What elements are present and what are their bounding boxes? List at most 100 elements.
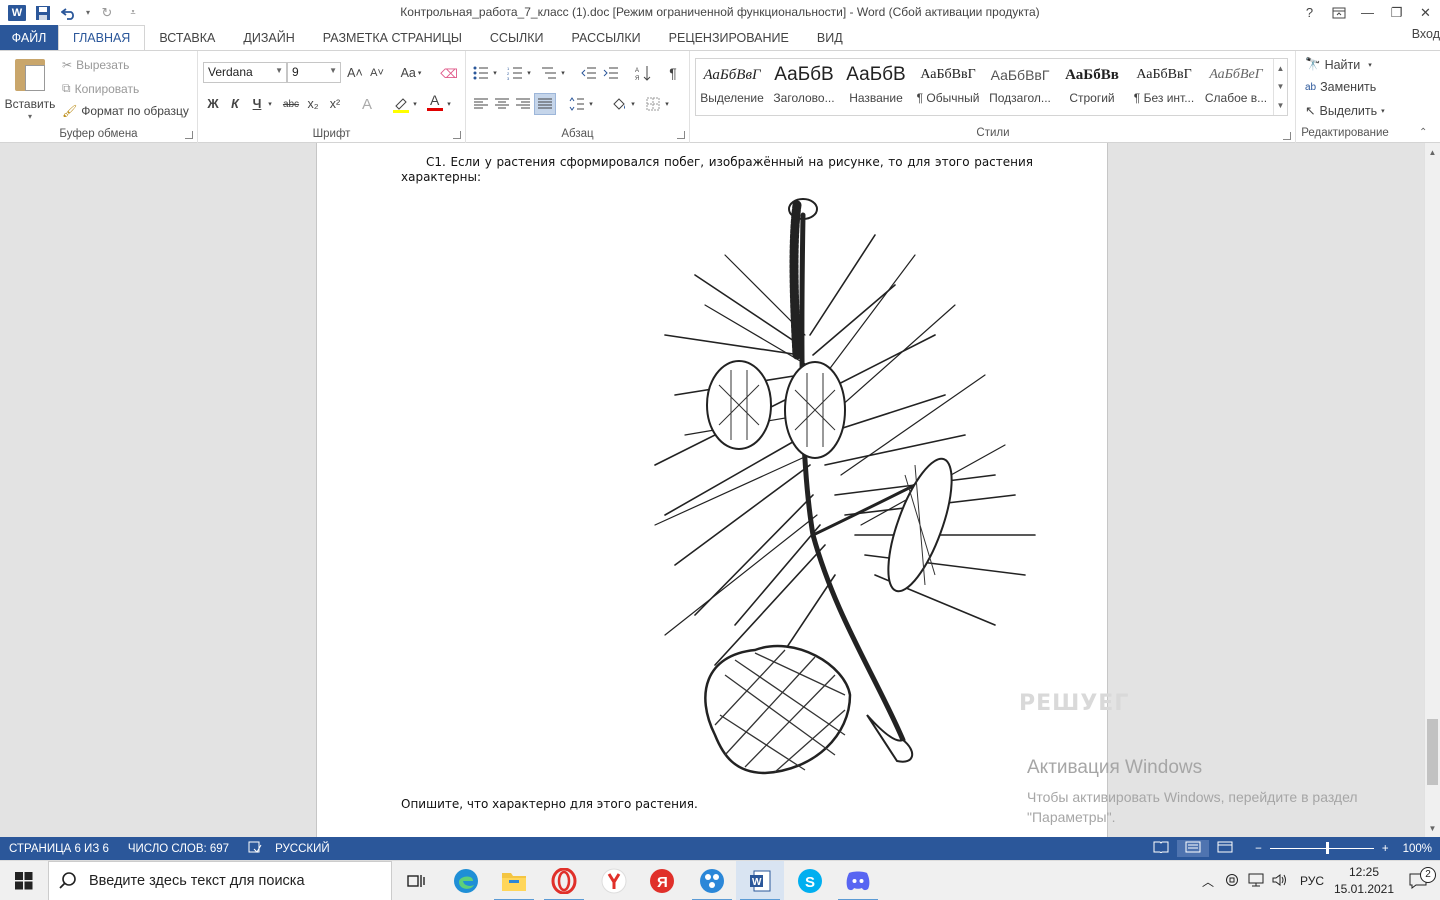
- opera-browser-icon[interactable]: [540, 861, 588, 900]
- change-case-button[interactable]: Aa ▾: [396, 62, 426, 84]
- scrollbar-thumb[interactable]: [1427, 719, 1438, 785]
- strikethrough-button[interactable]: abc: [280, 93, 302, 115]
- language-indicator[interactable]: РУССКИЙ: [275, 843, 330, 855]
- shrink-font-button[interactable]: A˅: [366, 62, 388, 84]
- task-view-icon[interactable]: [392, 861, 440, 900]
- volume-icon[interactable]: [1268, 873, 1292, 890]
- close-button[interactable]: ✕: [1411, 0, 1440, 25]
- notifications-icon[interactable]: 2: [1396, 867, 1440, 889]
- tab-review[interactable]: РЕЦЕНЗИРОВАНИЕ: [655, 25, 803, 50]
- word-app-icon[interactable]: W: [6, 3, 28, 23]
- scroll-up-icon[interactable]: ▲: [1425, 145, 1440, 159]
- justify-icon[interactable]: [534, 93, 556, 115]
- undo-dropdown-icon[interactable]: ▾: [84, 3, 92, 23]
- borders-dropdown-icon[interactable]: ▾: [662, 93, 672, 115]
- bold-button[interactable]: Ж: [202, 93, 224, 115]
- copy-button[interactable]: ⧉ Копировать: [62, 81, 139, 96]
- tab-file[interactable]: ФАЙЛ: [0, 25, 58, 50]
- align-right-icon[interactable]: [512, 93, 534, 115]
- multilevel-list-icon[interactable]: [538, 62, 560, 84]
- numbering-dropdown-icon[interactable]: ▾: [524, 62, 534, 84]
- tab-insert[interactable]: ВСТАВКА: [145, 25, 229, 50]
- tab-references[interactable]: ССЫЛКИ: [476, 25, 558, 50]
- style-no-spacing[interactable]: АаБбВвГ ¶ Без инт...: [1128, 59, 1200, 115]
- scroll-down-icon[interactable]: ▼: [1425, 821, 1440, 835]
- redo-icon[interactable]: ↻: [96, 3, 118, 23]
- ribbon-display-options-icon[interactable]: [1324, 0, 1353, 25]
- minimize-button[interactable]: —: [1353, 0, 1382, 25]
- underline-dropdown-icon[interactable]: ▾: [264, 93, 276, 115]
- taskbar-search-input[interactable]: Введите здесь текст для поиска: [48, 861, 392, 900]
- skype-icon[interactable]: S: [786, 861, 834, 900]
- style-strong[interactable]: АаБбВв Строгий: [1056, 59, 1128, 115]
- replace-button[interactable]: ab Заменить: [1305, 80, 1376, 94]
- chevron-up-icon[interactable]: ︿: [1196, 873, 1220, 890]
- sort-icon[interactable]: AЯ: [632, 62, 654, 84]
- font-launcher-icon[interactable]: [453, 131, 461, 139]
- font-color-icon[interactable]: A: [424, 91, 446, 113]
- font-size-combo[interactable]: 9 ▼: [287, 62, 341, 83]
- line-spacing-dropdown-icon[interactable]: ▾: [586, 93, 596, 115]
- find-button[interactable]: 🔭 Найти ▾: [1305, 57, 1372, 72]
- tab-home[interactable]: ГЛАВНАЯ: [58, 25, 146, 51]
- chevron-up-icon[interactable]: ▲: [1277, 64, 1285, 73]
- proofing-icon[interactable]: [248, 841, 262, 856]
- network-icon[interactable]: [1244, 873, 1268, 890]
- style-subtitle[interactable]: АаБбВвГ Подзагол...: [984, 59, 1056, 115]
- style-heading[interactable]: АаБбВ Заголово...: [768, 59, 840, 115]
- web-layout-icon[interactable]: [1217, 841, 1233, 856]
- show-formatting-icon[interactable]: ¶: [662, 62, 684, 84]
- tab-view[interactable]: ВИД: [803, 25, 857, 50]
- cut-button[interactable]: ✂ Вырезать: [62, 58, 129, 72]
- styles-launcher-icon[interactable]: [1283, 132, 1291, 140]
- document-page[interactable]: С1. Если у растения сформировался побег,…: [316, 143, 1128, 837]
- styles-gallery-scroll[interactable]: ▲ ▼ ▼: [1273, 59, 1287, 115]
- text-effects-icon[interactable]: A: [356, 93, 378, 115]
- help-button[interactable]: ?: [1295, 0, 1324, 25]
- yandex-browser-icon[interactable]: [590, 861, 638, 900]
- sign-in-link[interactable]: Вход: [1412, 27, 1440, 41]
- zoom-in-icon[interactable]: +: [1382, 843, 1389, 855]
- bullets-dropdown-icon[interactable]: ▾: [490, 62, 500, 84]
- paste-button[interactable]: Вставить ▾: [4, 57, 56, 121]
- line-spacing-icon[interactable]: [566, 93, 588, 115]
- bullets-icon[interactable]: [470, 62, 492, 84]
- tab-mailings[interactable]: РАССЫЛКИ: [558, 25, 655, 50]
- grow-font-button[interactable]: A˄: [344, 62, 366, 84]
- read-mode-icon[interactable]: [1153, 841, 1169, 856]
- tab-page-layout[interactable]: РАЗМЕТКА СТРАНИЦЫ: [309, 25, 476, 50]
- clipboard-launcher-icon[interactable]: [185, 131, 193, 139]
- paragraph-launcher-icon[interactable]: [677, 131, 685, 139]
- italic-button[interactable]: К: [224, 93, 246, 115]
- shading-dropdown-icon[interactable]: ▾: [628, 93, 638, 115]
- print-layout-icon[interactable]: [1177, 840, 1210, 857]
- collapse-ribbon-icon[interactable]: ⌃: [1419, 127, 1427, 138]
- app-shortcut-icon[interactable]: [688, 861, 736, 900]
- word-count[interactable]: ЧИСЛО СЛОВ: 697: [128, 843, 229, 855]
- style-subtle-emphasis[interactable]: АаБбВеГ Слабое в...: [1200, 59, 1272, 115]
- vertical-scrollbar[interactable]: ▲ ▼: [1424, 143, 1440, 837]
- more-styles-icon[interactable]: ▼: [1277, 101, 1285, 110]
- clock[interactable]: 12:25 15.01.2021: [1332, 864, 1396, 898]
- word-taskbar-icon[interactable]: W: [736, 861, 784, 900]
- customize-qat-icon[interactable]: ⩡: [122, 3, 144, 23]
- font-color-dropdown-icon[interactable]: ▾: [444, 93, 454, 115]
- style-normal[interactable]: АаБбВвГ ¶ Обычный: [912, 59, 984, 115]
- chevron-down-icon[interactable]: ▼: [1277, 82, 1285, 91]
- restore-button[interactable]: ❐: [1382, 0, 1411, 25]
- align-left-icon[interactable]: [470, 93, 492, 115]
- borders-icon[interactable]: [642, 93, 664, 115]
- input-language[interactable]: РУС: [1292, 874, 1332, 888]
- discord-icon[interactable]: [834, 861, 882, 900]
- zoom-level[interactable]: 100%: [1403, 843, 1432, 855]
- undo-icon[interactable]: [58, 3, 80, 23]
- page-indicator[interactable]: СТРАНИЦА 6 ИЗ 6: [9, 843, 109, 855]
- file-explorer-icon[interactable]: [490, 861, 538, 900]
- yandex-icon[interactable]: Я: [638, 861, 686, 900]
- align-center-icon[interactable]: [491, 93, 513, 115]
- edge-browser-icon[interactable]: [442, 861, 490, 900]
- clear-formatting-icon[interactable]: ⌫: [438, 62, 460, 84]
- superscript-button[interactable]: x²: [324, 93, 346, 115]
- highlight-icon[interactable]: [390, 93, 412, 115]
- windows-start-icon[interactable]: [0, 861, 48, 900]
